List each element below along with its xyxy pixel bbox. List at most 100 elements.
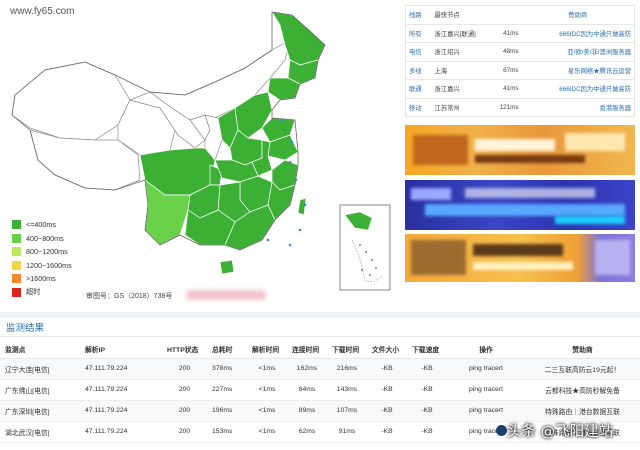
download-speed: -KB xyxy=(407,400,447,422)
file-size: -KB xyxy=(367,421,407,443)
col-header: 解析时间 xyxy=(247,340,287,359)
node-cell: 浙江嘉兴 xyxy=(431,79,484,99)
line-cell: 联通 xyxy=(405,79,432,99)
sponsor-link[interactable]: 亚/欧/美/非/澳洲服务器 xyxy=(521,42,635,62)
download-time: 107ms xyxy=(327,400,367,422)
total-time: 153ms xyxy=(207,421,247,443)
ping-tracert-links[interactable]: ping tracert xyxy=(447,400,525,422)
file-size: -KB xyxy=(367,358,407,380)
watermark: 头条 @飞阳建站 xyxy=(507,424,614,440)
fastest-node-table: 线路 最快节点 赞助商 所有 浙江嘉兴[联通] 41ms 666IDC因为中通只… xyxy=(405,5,635,117)
map-region-hainan xyxy=(219,259,235,275)
node-cell: 浙江嘉兴[联通] xyxy=(431,24,484,43)
table-row: 辽宁大连[电信] 47.111.79.224 200 378ms <1ms 16… xyxy=(0,358,640,380)
time-cell: 67ms xyxy=(483,61,522,80)
total-time: 378ms xyxy=(207,358,247,380)
header-node: 最快节点 xyxy=(431,5,522,25)
ad-banner-2[interactable] xyxy=(405,180,635,230)
resolved-ip-link[interactable]: 47.111.79.224 xyxy=(80,379,162,401)
ad-banner-3[interactable] xyxy=(405,234,635,282)
resolve-time: <1ms xyxy=(247,400,287,422)
col-header: 下载时间 xyxy=(327,340,367,359)
legend-swatch xyxy=(12,233,21,243)
legend-label: 800~1200ms xyxy=(26,247,68,257)
table-row: 多线 上海 67ms 星乐网络★腾讯云运营 xyxy=(405,61,635,80)
download-speed: -KB xyxy=(407,379,447,401)
legend-item: <=400ms xyxy=(12,218,72,232)
line-cell: 移动 xyxy=(405,98,432,117)
col-header: 文件大小 xyxy=(367,340,407,359)
ping-tracert-links[interactable]: ping tracert xyxy=(447,358,525,380)
line-cell: 电信 xyxy=(405,42,432,62)
connect-time: 89ms xyxy=(287,400,327,422)
time-cell: 41ms xyxy=(483,79,522,99)
resolved-ip-link[interactable]: 47.111.79.224 xyxy=(80,400,162,422)
sponsor-link[interactable]: 特殊路由｜港台数据互联 xyxy=(525,400,640,422)
legend-label: >1600ms xyxy=(26,274,56,284)
total-time: 227ms xyxy=(207,379,247,401)
sponsor-link[interactable]: 香港服务器 xyxy=(521,98,635,117)
sponsor-link[interactable]: 二三互联高防云19元起！ xyxy=(525,358,640,380)
line-cell: 所有 xyxy=(405,24,432,43)
col-header: 连接时间 xyxy=(287,340,327,359)
table-header-row: 线路 最快节点 赞助商 xyxy=(405,5,635,25)
monitor-point: 湖北武汉[电信] xyxy=(0,421,80,443)
legend-swatch xyxy=(12,287,21,297)
ping-tracert-links[interactable]: ping tracert xyxy=(447,379,525,401)
col-header: 赞助商 xyxy=(525,340,640,359)
legend-item: 800~1200ms xyxy=(12,245,72,259)
table-row: 广东深圳[电信] 47.111.79.224 200 196ms <1ms 89… xyxy=(0,400,640,422)
divider xyxy=(0,336,640,337)
node-cell: 上海 xyxy=(431,61,484,80)
connect-time: 84ms xyxy=(287,379,327,401)
time-cell: 41ms xyxy=(483,24,522,43)
resolve-time: <1ms xyxy=(247,358,287,380)
ad-banner-1[interactable] xyxy=(405,125,635,175)
download-speed: -KB xyxy=(407,358,447,380)
china-map-panel: <=400ms 400~800ms 800~1200ms 1200~1600ms… xyxy=(0,0,400,305)
col-header: 下载速度 xyxy=(407,340,447,359)
header-line: 线路 xyxy=(405,5,432,25)
sponsor-link[interactable]: 666IDC因为中通只做高防 xyxy=(521,79,635,99)
header-sponsor: 赞助商 xyxy=(521,5,635,25)
legend-item: 1200~1600ms xyxy=(12,259,72,273)
map-approval-number: 审图号：GS（2018）738号 xyxy=(86,293,173,300)
resolved-ip-link[interactable]: 47.111.79.224 xyxy=(80,358,162,380)
legend-label: 1200~1600ms xyxy=(26,260,72,270)
sponsor-link[interactable]: 666IDC因为中通只做高防 xyxy=(521,24,635,43)
node-cell: 江苏常州 xyxy=(431,98,484,117)
legend-label: <=400ms xyxy=(26,220,56,230)
resolve-time: <1ms xyxy=(247,379,287,401)
sponsor-link[interactable]: 云都科技★高防秒解免备 xyxy=(525,379,640,401)
col-header: 监测点 xyxy=(0,340,80,359)
col-header: HTTP状态 xyxy=(162,340,207,359)
legend-swatch xyxy=(12,247,21,257)
toutiao-logo-icon xyxy=(496,425,507,436)
download-time: 91ms xyxy=(327,421,367,443)
sponsor-link[interactable]: 星乐网络★腾讯云运营 xyxy=(521,61,635,80)
file-size: -KB xyxy=(367,379,407,401)
resolve-time: <1ms xyxy=(247,421,287,443)
download-time: 216ms xyxy=(327,358,367,380)
http-status: 200 xyxy=(162,400,207,422)
results-title: 监测结果 xyxy=(6,323,45,334)
legend-swatch xyxy=(12,274,21,284)
legend-item: >1600ms xyxy=(12,272,72,286)
total-time: 196ms xyxy=(207,400,247,422)
table-row: 所有 浙江嘉兴[联通] 41ms 666IDC因为中通只做高防 xyxy=(405,24,635,43)
resolved-ip-link[interactable]: 47.111.79.224 xyxy=(80,421,162,443)
connect-time: 62ms xyxy=(287,421,327,443)
http-status: 200 xyxy=(162,358,207,380)
monitor-point: 广东佛山[电信] xyxy=(0,379,80,401)
blurred-link xyxy=(186,290,266,300)
download-time: 143ms xyxy=(327,379,367,401)
table-row: 电信 浙江绍兴 48ms 亚/欧/美/非/澳洲服务器 xyxy=(405,42,635,62)
legend-label: 超时 xyxy=(26,287,41,297)
col-header: 操作 xyxy=(447,340,525,359)
table-row: 联通 浙江嘉兴 41ms 666IDC因为中通只做高防 xyxy=(405,79,635,99)
map-region-taiwan xyxy=(297,197,307,216)
monitor-point: 辽宁大连[电信] xyxy=(0,358,80,380)
legend-item: 400~800ms xyxy=(12,232,72,246)
legend-label: 400~800ms xyxy=(26,233,64,243)
line-cell: 多线 xyxy=(405,61,432,80)
